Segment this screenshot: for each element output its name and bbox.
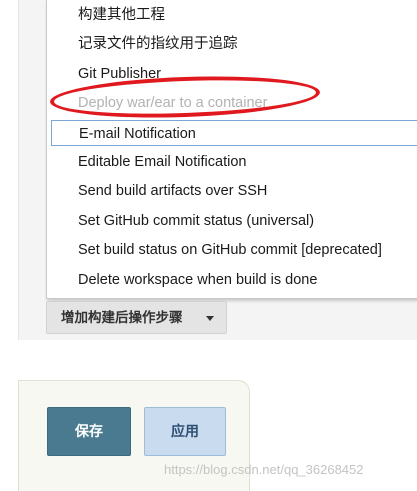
menu-item-github-commit-status[interactable]: Set GitHub commit status (universal) (47, 208, 417, 234)
menu-item-record-fingerprints[interactable]: 记录文件的指纹用于追踪 (47, 31, 417, 57)
apply-button[interactable]: 应用 (144, 407, 226, 456)
watermark-text: https://blog.csdn.net/qq_36268452 (164, 462, 364, 477)
menu-item-build-other-projects[interactable]: 构建其他工程 (47, 2, 417, 28)
menu-item-deploy-war-ear: Deploy war/ear to a container (78, 95, 268, 111)
section-divider (18, 0, 19, 340)
menu-item-git-publisher[interactable]: Git Publisher (47, 61, 417, 87)
save-button[interactable]: 保存 (47, 407, 131, 456)
add-post-build-step-button[interactable]: 增加构建后操作步骤 (46, 301, 227, 334)
menu-item-send-artifacts-ssh[interactable]: Send build artifacts over SSH (47, 178, 417, 204)
menu-item-github-build-status[interactable]: Set build status on GitHub commit [depre… (47, 237, 417, 263)
caret-down-icon (206, 316, 214, 321)
menu-item-editable-email-notification[interactable]: Editable Email Notification (47, 149, 417, 175)
add-post-build-step-label: 增加构建后操作步骤 (61, 310, 183, 325)
menu-item-delete-workspace[interactable]: Delete workspace when build is done (47, 267, 417, 293)
menu-item-email-notification[interactable]: E-mail Notification (51, 120, 417, 146)
post-build-action-menu: 构建其他工程 记录文件的指纹用于追踪 Git Publisher Deploy … (46, 0, 417, 299)
